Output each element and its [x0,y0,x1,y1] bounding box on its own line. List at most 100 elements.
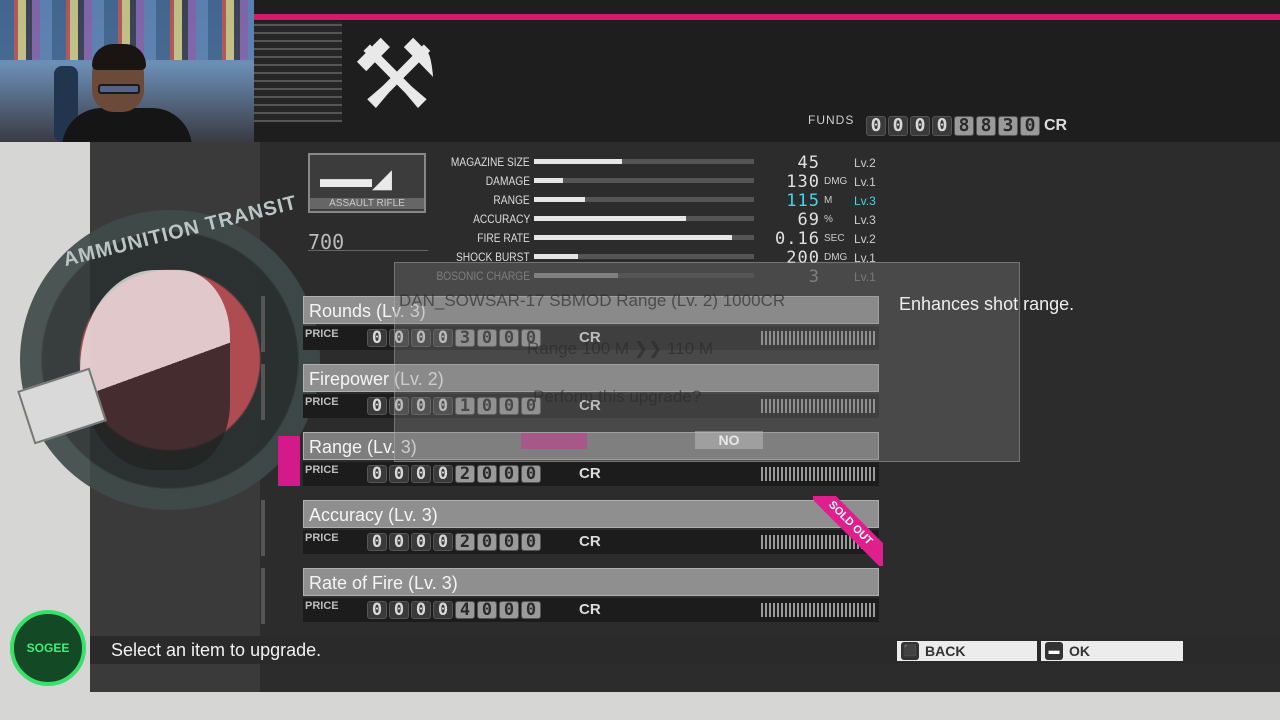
price-digit: 0 [411,533,431,551]
price-digits: 00002000 [367,533,541,551]
price-label: PRICE [305,532,339,544]
item-marker [261,364,265,420]
price-digit: 0 [433,601,453,619]
price-label: PRICE [305,328,339,340]
upgrade-item-header: Accuracy (Lv. 3) [303,500,879,528]
price-digit: 0 [367,329,387,347]
item-marker [278,436,300,486]
funds-label: FUNDS [808,113,855,127]
dialog-title: DAN_SOWSAR-17 SBMOD Range (Lv. 2) 1000CR [399,291,786,310]
stat-value: 115 [786,191,820,211]
funds-digit: 8 [976,116,996,136]
stock-ticks [761,467,877,481]
price-digit: 0 [389,465,409,483]
stat-row: ACCURACY 69% Lv.3 [430,210,890,230]
stat-row: DAMAGE 130 DMG Lv.1 [430,172,890,192]
price-digit: 0 [367,601,387,619]
upgrade-name: Accuracy (Lv. 3) [309,505,438,525]
stat-bar [534,178,754,183]
price-currency: CR [579,601,601,618]
stat-level: Lv.1 [854,175,876,189]
price-digit: 2 [455,465,475,483]
price-digit: 0 [433,533,453,551]
price-digit: 0 [389,601,409,619]
stat-name: DAMAGE [485,174,530,188]
price-digit: 0 [367,465,387,483]
blueprint-thumbnail [254,22,342,122]
funds-digit: 8 [954,116,974,136]
funds-currency: CR [1044,117,1068,134]
stat-value: 130 [786,172,820,192]
stat-row: MAGAZINE SIZE 45 Lv.2 [430,153,890,173]
back-label: BACK [925,643,966,659]
price-digit: 0 [477,465,497,483]
price-digit: 0 [477,533,497,551]
price-digits: 00002000 [367,465,541,483]
header-accent-line [254,14,1280,20]
stat-bar [534,254,754,259]
sold-out-badge: SOLD OUT [813,496,883,566]
item-marker [261,500,265,556]
stat-value: 69 [797,210,820,230]
price-digit: 4 [455,601,475,619]
funds-digit: 0 [1020,116,1040,136]
stat-bar [534,216,754,221]
upgrade-item-header: Rate of Fire (Lv. 3) [303,568,879,596]
back-button[interactable]: ⬛ BACK [897,641,1037,661]
ok-label: OK [1069,643,1090,659]
stat-bar-fill [534,235,732,240]
channel-logo: SOGEE [10,610,86,686]
price-digit: 0 [367,533,387,551]
weapon-category: ASSAULT RIFLE [310,198,424,209]
stat-name: MAGAZINE SIZE [451,155,530,169]
funds-display: 0 0 0 0 8 8 3 0 CR [866,116,1067,136]
price-digit: 0 [367,397,387,415]
back-key-icon: ⬛ [901,642,919,660]
price-digits: 00004000 [367,601,541,619]
price-bar: PRICE 0 0 0 0 2 0 0 0 CR [303,462,879,486]
price-digit: 0 [499,601,519,619]
price-label: PRICE [305,396,339,408]
price-currency: CR [579,465,601,482]
stat-unit: DMG [824,176,848,187]
ok-button[interactable]: ▬ OK [1041,641,1183,661]
price-digit: 0 [433,465,453,483]
webcam-person-glasses [98,84,140,94]
upgrade-item[interactable]: Rate of Fire (Lv. 3) PRICE 0 0 0 0 4 0 0 0 CR [261,568,879,624]
no-button[interactable]: NO [695,431,763,449]
upgrade-name: Rate of Fire (Lv. 3) [309,573,458,593]
item-description: Enhances shot range. [899,294,1075,314]
crane-emblem-graphic [80,270,230,470]
header-band: ⚒ [254,0,1280,142]
stat-bar-fill [534,159,622,164]
webcam-person-hair [92,44,146,70]
divider [308,250,428,251]
stat-value: 0.16 [775,229,820,249]
sold-out-label: SOLD OUT [813,496,883,566]
stock-ticks [761,603,877,617]
price-digit: 0 [411,465,431,483]
stat-bar-fill [534,216,686,221]
stat-unit: % [824,214,833,225]
funds-digit: 0 [910,116,930,136]
price-digit: 0 [521,533,541,551]
upgrade-item[interactable]: Accuracy (Lv. 3) PRICE 0 0 0 0 2 0 0 0 CR SOLD OUT [261,496,883,566]
bottom-margin [90,692,1280,720]
ok-key-icon: ▬ [1045,642,1063,660]
stat-bar [534,159,754,164]
stat-name: ACCURACY [472,212,530,226]
item-marker [261,296,265,352]
dialog-question: Perform this upgrade? [533,387,702,406]
yes-button[interactable] [521,433,587,449]
funds-digit: 0 [866,116,886,136]
rifle-icon: ▬▬◢ [320,163,392,193]
stat-unit: M [824,195,833,206]
stat-name: RANGE [493,193,530,207]
stat-level: Lv.2 [854,232,876,246]
stat-row: RANGE 115 M Lv.3 [430,191,890,211]
stat-bar-fill [534,254,578,259]
funds-digit: 0 [888,116,908,136]
stat-value: 45 [797,153,820,173]
price-digit: 0 [389,533,409,551]
price-digit: 0 [477,601,497,619]
